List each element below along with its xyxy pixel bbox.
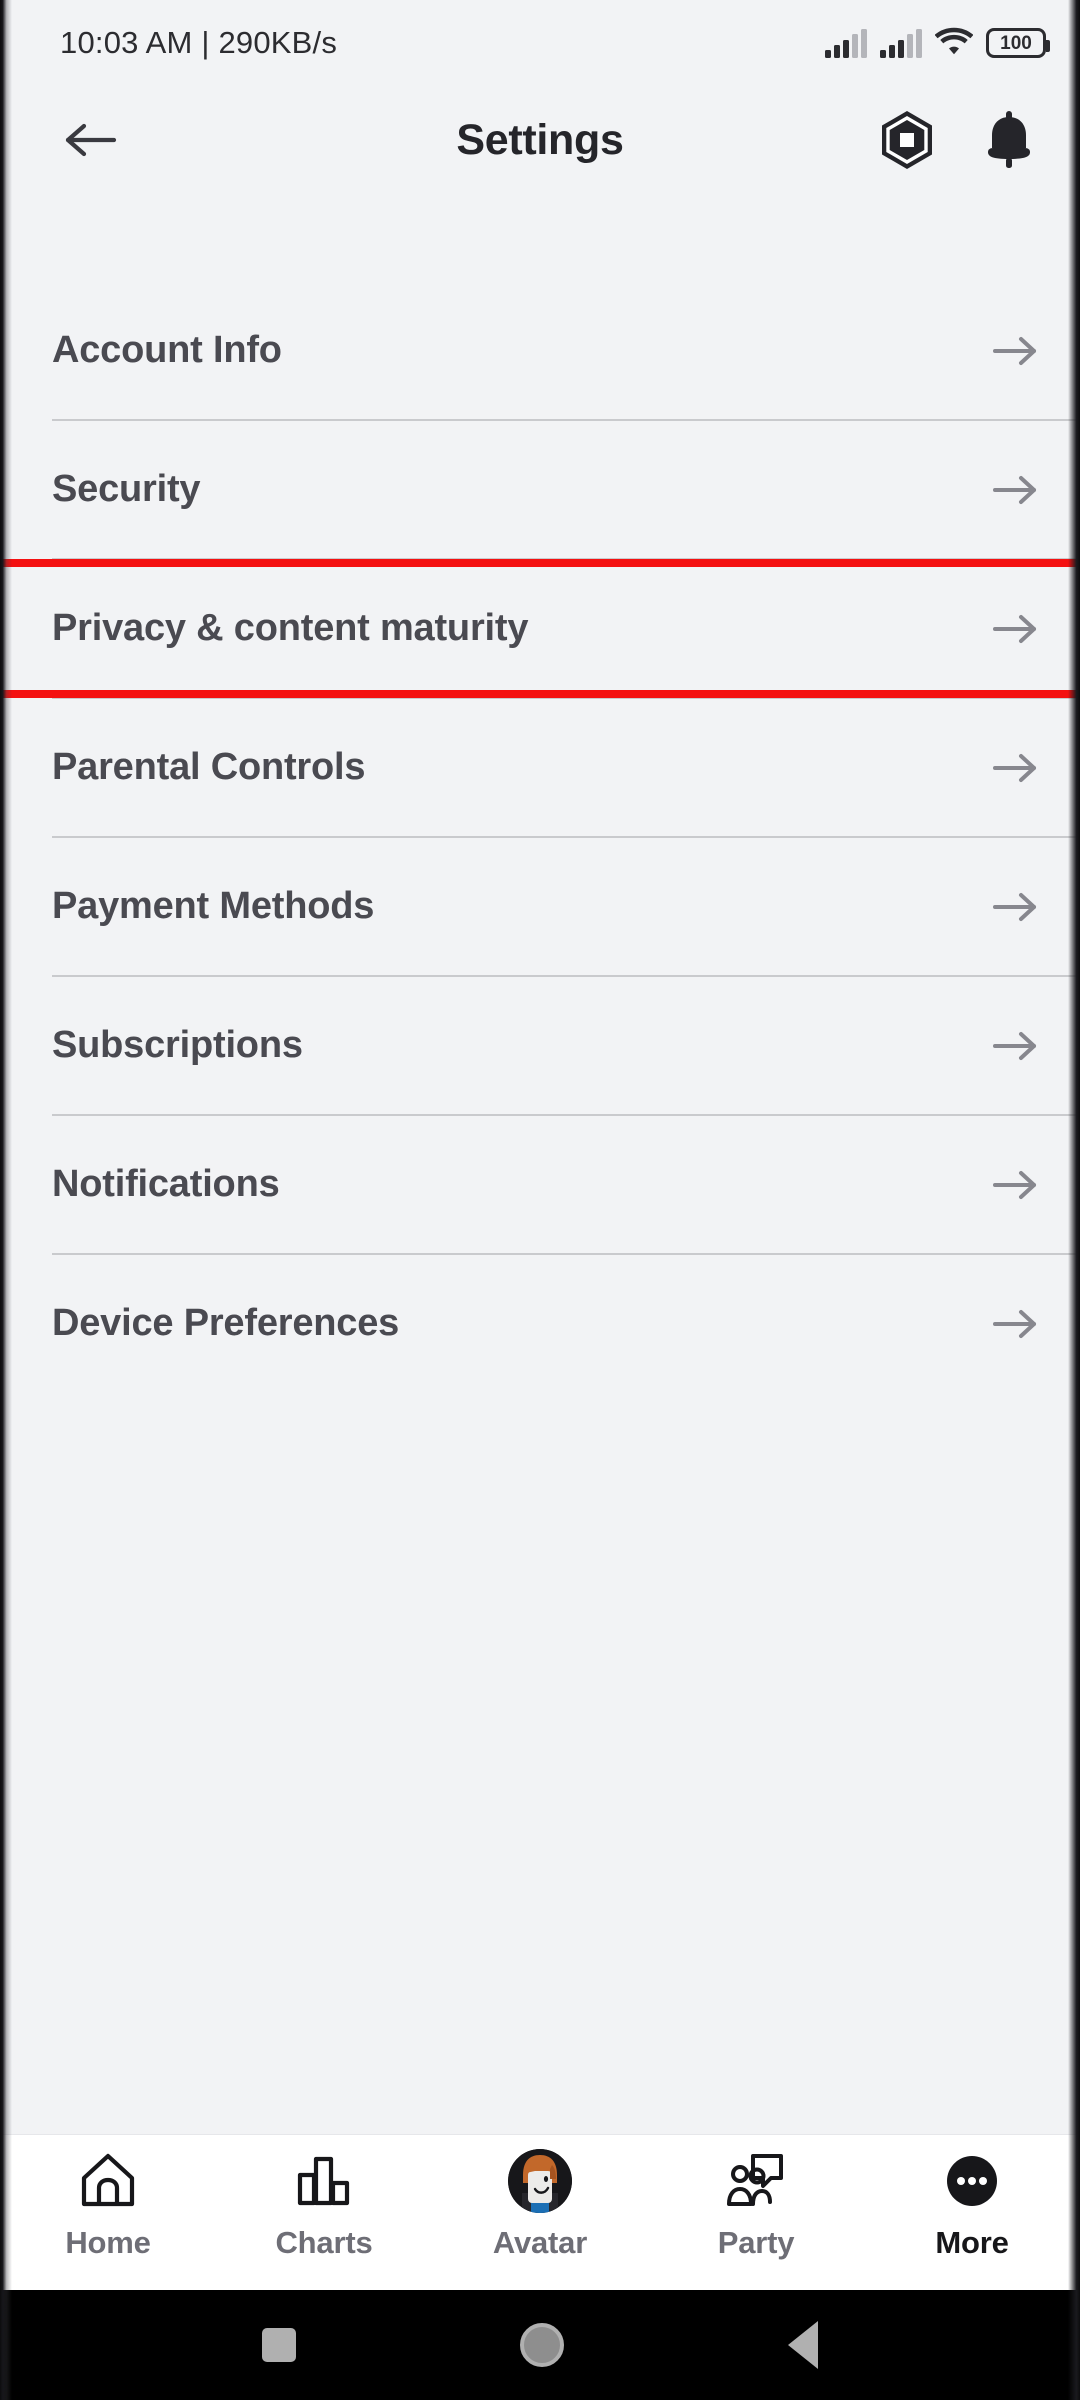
settings-row-label: Notifications (52, 1163, 280, 1205)
bottom-tab-bar: Home Charts Avatar Party More (0, 2134, 1080, 2290)
back-button[interactable] (50, 100, 130, 180)
avatar-image (508, 2149, 572, 2213)
battery-level: 100 (1000, 32, 1032, 54)
chevron-right-icon (986, 321, 1046, 381)
chevron-right-icon (986, 460, 1046, 520)
tab-avatar[interactable]: Avatar (432, 2149, 648, 2261)
settings-row-label: Payment Methods (52, 885, 375, 927)
signal-bars-icon-1 (825, 28, 867, 58)
battery-icon: 100 (986, 28, 1050, 58)
tab-label: Home (65, 2225, 151, 2260)
settings-row-privacy-content-maturity[interactable]: Privacy & content maturity (0, 559, 1080, 698)
chevron-right-icon (986, 599, 1046, 659)
settings-row-account-info[interactable]: Account Info (0, 282, 1080, 419)
settings-row-subscriptions[interactable]: Subscriptions (0, 977, 1080, 1114)
chevron-right-icon (986, 1155, 1046, 1215)
settings-row-label: Parental Controls (52, 746, 366, 788)
chevron-right-icon (986, 1294, 1046, 1354)
settings-row-security[interactable]: Security (0, 421, 1080, 558)
more-dots-icon (942, 2149, 1002, 2213)
page-header: Settings (0, 86, 1080, 194)
tab-charts[interactable]: Charts (216, 2149, 432, 2261)
chevron-right-icon (986, 1016, 1046, 1076)
tab-home[interactable]: Home (0, 2149, 216, 2261)
settings-row-label: Account Info (52, 329, 282, 371)
party-icon (725, 2149, 787, 2213)
chevron-right-icon (986, 738, 1046, 798)
status-icons: 100 (825, 26, 1050, 61)
android-navigation-bar (0, 2290, 1080, 2400)
settings-row-label: Subscriptions (52, 1024, 303, 1066)
robux-hexagon-icon (882, 111, 932, 169)
bell-icon (988, 111, 1030, 168)
wifi-icon (934, 26, 974, 61)
triangle-back-icon[interactable] (788, 2321, 818, 2369)
status-bar: 10:03 AM | 290KB/s 100 (0, 0, 1080, 86)
header-actions (874, 107, 1042, 173)
home-icon (78, 2149, 138, 2213)
tab-label: More (935, 2225, 1009, 2260)
tab-more[interactable]: More (864, 2149, 1080, 2261)
tab-label: Avatar (492, 2225, 588, 2260)
tab-label: Party (717, 2225, 795, 2260)
settings-row-payment-methods[interactable]: Payment Methods (0, 838, 1080, 975)
settings-row-label: Privacy & content maturity (52, 607, 529, 649)
settings-row-notifications[interactable]: Notifications (0, 1116, 1080, 1253)
tab-label: Charts (275, 2225, 373, 2260)
back-arrow-icon (65, 123, 117, 157)
status-time-network: 10:03 AM | 290KB/s (60, 25, 338, 60)
bar-chart-icon (295, 2149, 353, 2213)
settings-row-parental-controls[interactable]: Parental Controls (0, 699, 1080, 836)
robux-button[interactable] (874, 107, 940, 173)
signal-bars-icon-2 (880, 28, 922, 58)
phone-screen: 10:03 AM | 290KB/s 100 Settings Account … (0, 0, 1080, 2400)
settings-row-label: Device Preferences (52, 1302, 400, 1344)
square-recents-icon[interactable] (262, 2328, 296, 2362)
circle-home-icon[interactable] (520, 2323, 564, 2367)
settings-row-label: Security (52, 468, 201, 510)
chevron-right-icon (986, 877, 1046, 937)
notifications-button[interactable] (976, 107, 1042, 173)
settings-list: Account Info Security Privacy & content … (0, 194, 1080, 2134)
tab-party[interactable]: Party (648, 2149, 864, 2261)
settings-row-device-preferences[interactable]: Device Preferences (0, 1255, 1080, 1392)
